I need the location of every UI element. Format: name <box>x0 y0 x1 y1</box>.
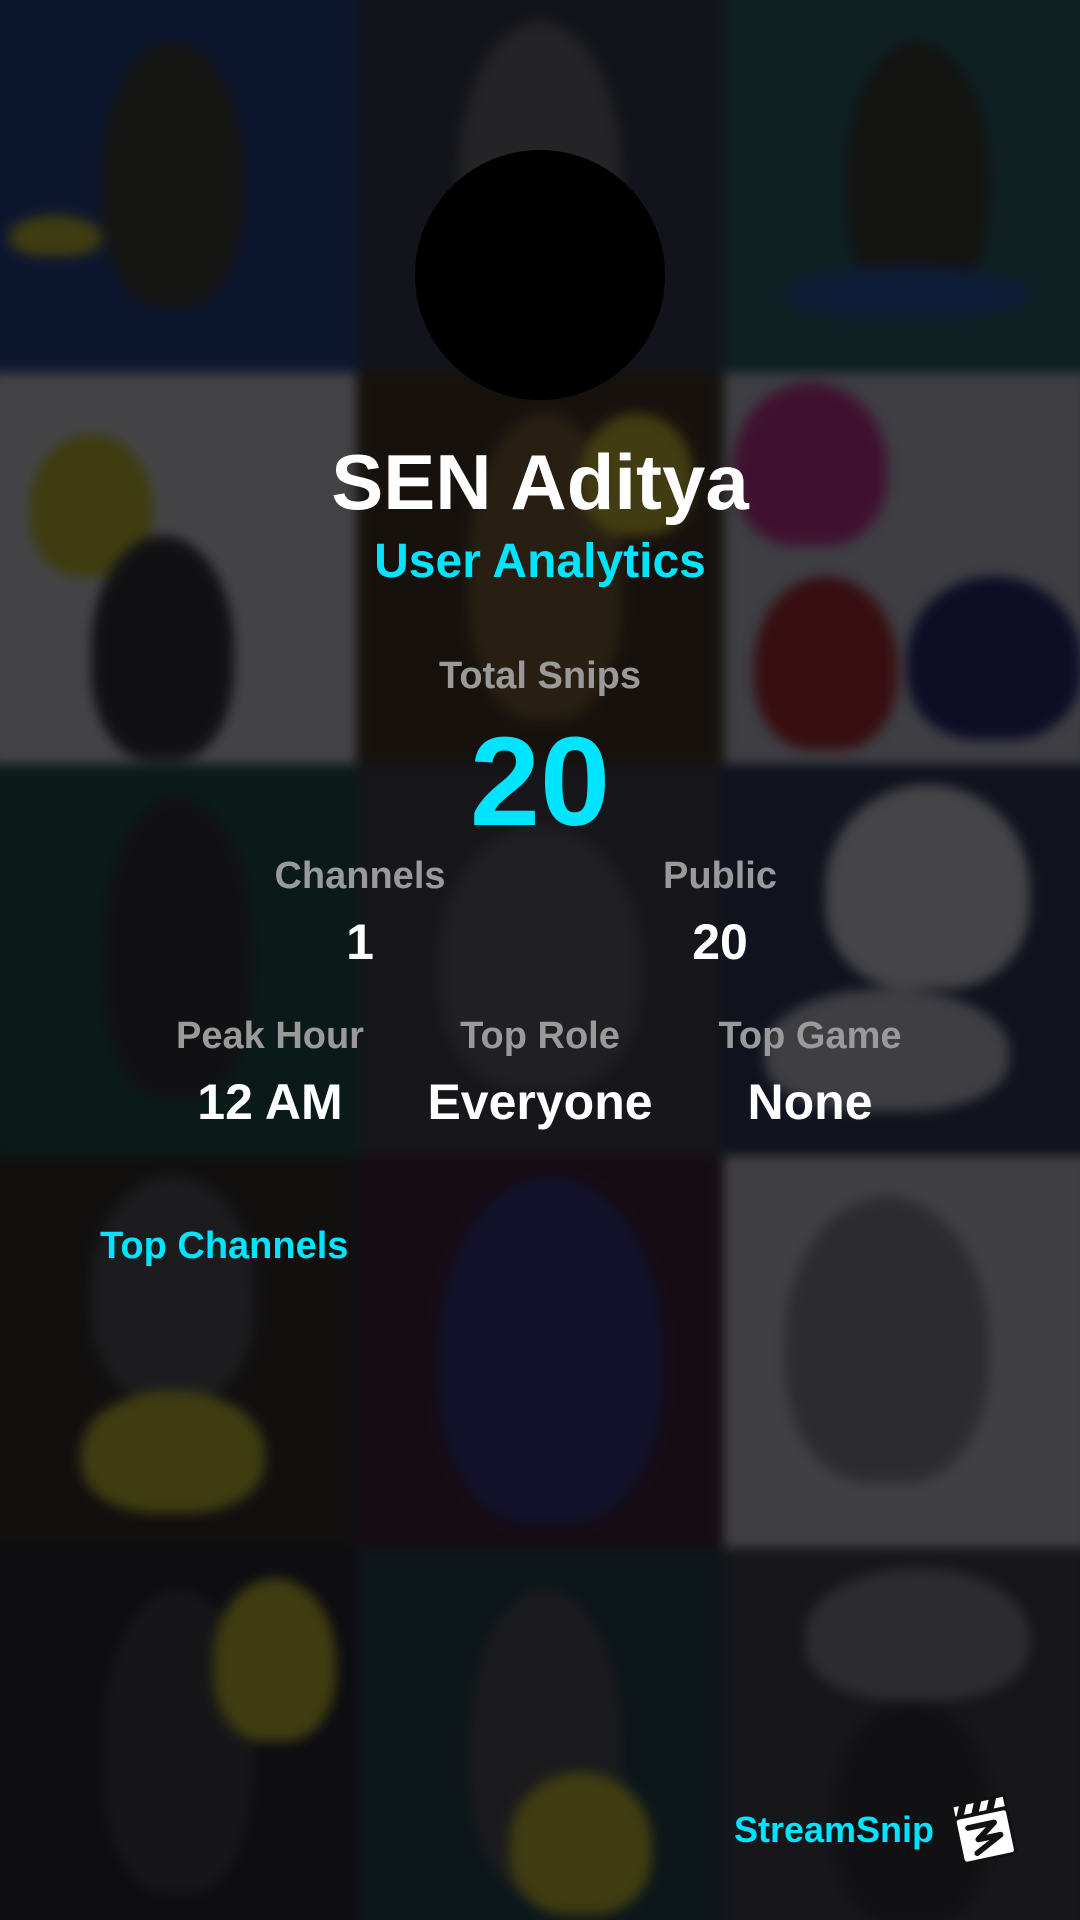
brand-footer: StreamSnip <box>734 1790 1024 1870</box>
card-content: SEN Aditya User Analytics Total Snips 20… <box>0 0 1080 1920</box>
top-game-value: None <box>747 1074 873 1130</box>
total-snips-value: 20 <box>469 711 611 852</box>
page-subtitle: User Analytics <box>374 535 706 588</box>
public-value: 20 <box>692 914 748 970</box>
username: SEN Aditya <box>331 438 749 526</box>
top-role-label: Top Role <box>460 1015 620 1057</box>
top-role-value: Everyone <box>427 1074 653 1130</box>
total-snips-label: Total Snips <box>439 655 641 697</box>
brand-name: StreamSnip <box>733 1809 934 1850</box>
peak-hour-label: Peak Hour <box>176 1015 364 1057</box>
peak-hour-value: 12 AM <box>197 1074 343 1130</box>
top-channels-heading: Top Channels <box>100 1225 349 1267</box>
analytics-card: SEN Aditya User Analytics Total Snips 20… <box>0 0 1080 1920</box>
channels-value: 1 <box>346 914 374 970</box>
avatar <box>415 150 665 400</box>
channels-label: Channels <box>274 855 446 897</box>
public-label: Public <box>662 855 778 897</box>
top-game-label: Top Game <box>718 1015 902 1057</box>
clapperboard-icon <box>950 1794 1017 1865</box>
